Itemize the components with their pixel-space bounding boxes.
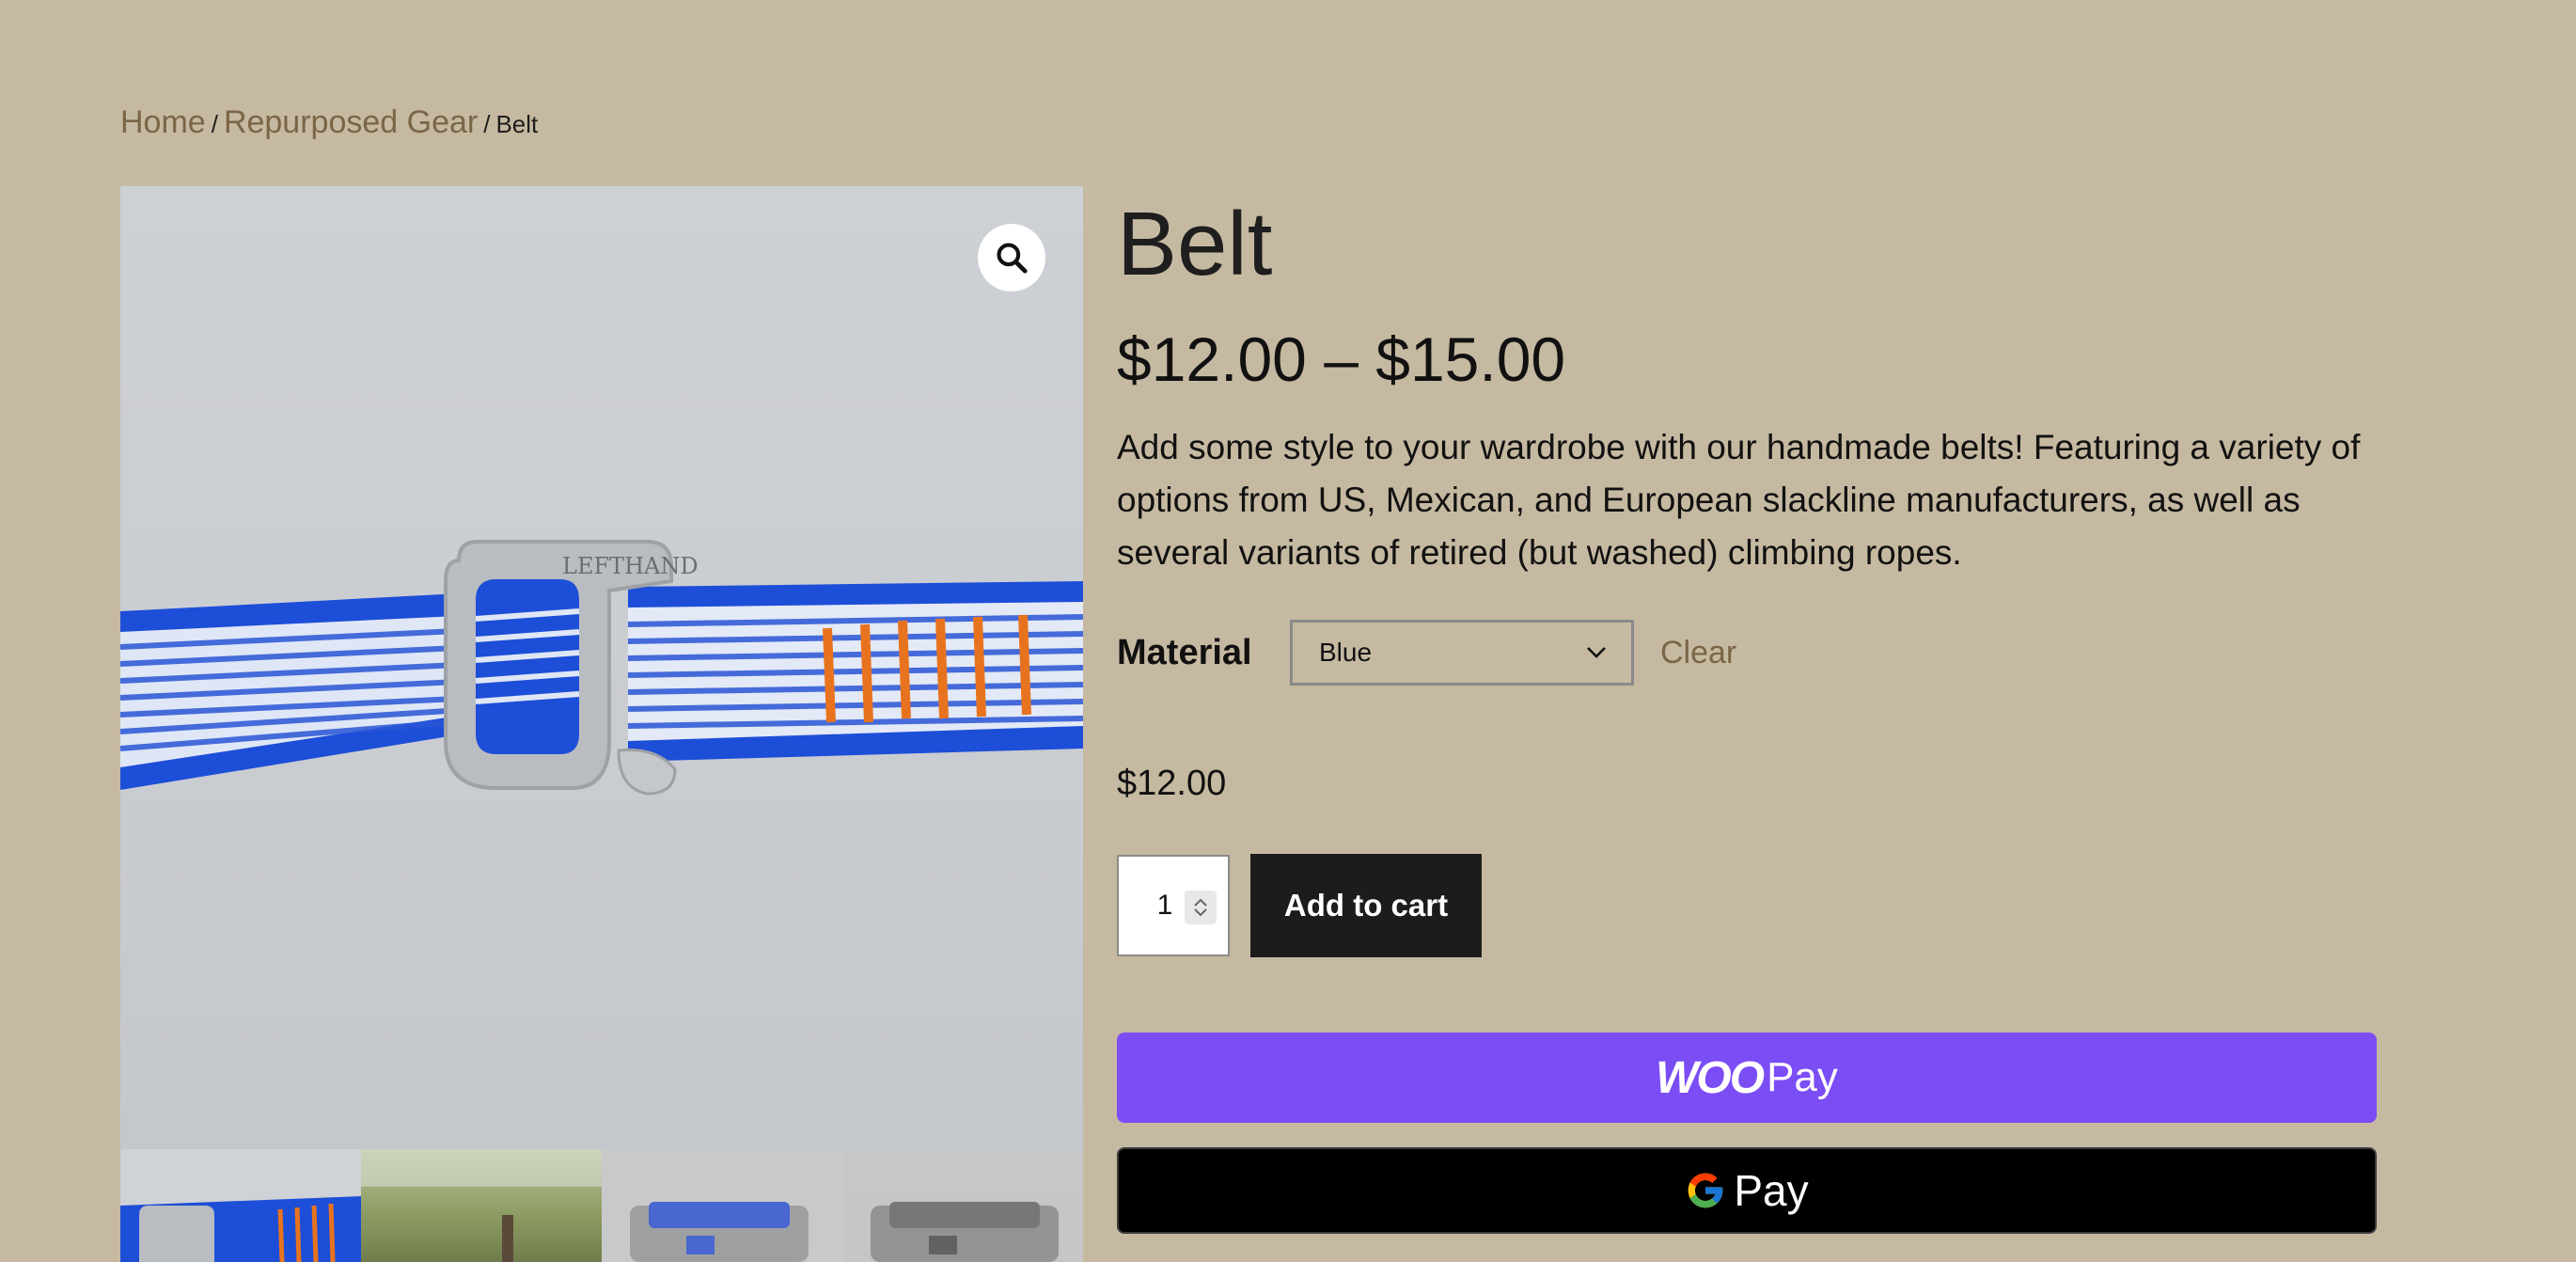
thumbnail-2[interactable] xyxy=(361,1149,602,1262)
product-description: Add some style to your wardrobe with our… xyxy=(1117,428,2361,572)
variation-price: $12.00 xyxy=(1117,764,1227,803)
thumbnail-3[interactable] xyxy=(602,1149,842,1262)
chevron-down-icon[interactable] xyxy=(1193,907,1208,917)
chevron-up-icon[interactable] xyxy=(1193,898,1208,907)
belt-photo: LEFTHAND xyxy=(120,540,1083,796)
thumbnail-strip xyxy=(120,1149,1083,1262)
thumbnail-1[interactable] xyxy=(120,1149,361,1262)
breadcrumb-separator: / xyxy=(483,110,491,138)
chevron-down-icon xyxy=(1587,647,1606,658)
product-price-range: $12.00 – $15.00 xyxy=(1117,324,1566,394)
woopay-button[interactable]: WOO Pay xyxy=(1117,1033,2377,1123)
product-title: Belt xyxy=(1117,194,1273,294)
material-label: Material xyxy=(1117,632,1252,672)
add-to-cart-form: 1 Add to cart xyxy=(1117,854,1482,957)
google-g-icon xyxy=(1689,1173,1723,1208)
google-pay-button[interactable]: Pay xyxy=(1117,1147,2377,1234)
woopay-pay-text: Pay xyxy=(1767,1054,1838,1100)
add-to-cart-button[interactable]: Add to cart xyxy=(1250,854,1482,957)
clear-variation-link[interactable]: Clear xyxy=(1660,635,1736,671)
zoom-button[interactable] xyxy=(978,224,1045,292)
breadcrumb-separator: / xyxy=(211,110,218,138)
breadcrumb-category-link[interactable]: Repurposed Gear xyxy=(224,104,478,140)
material-select[interactable]: Blue xyxy=(1290,620,1634,686)
breadcrumb: Home / Repurposed Gear / Belt xyxy=(120,100,538,147)
quantity-value: 1 xyxy=(1156,890,1173,921)
variation-row: Material Blue Clear xyxy=(1117,617,1736,688)
product-main-image[interactable]: LEFTHAND xyxy=(120,186,1083,1149)
magnifier-icon xyxy=(997,243,1028,274)
product-gallery: LEFTHAND xyxy=(120,186,1083,1262)
quantity-stepper[interactable]: 1 xyxy=(1117,855,1230,956)
breadcrumb-home-link[interactable]: Home xyxy=(120,104,206,140)
woopay-logo-text: WOO xyxy=(1656,1052,1765,1103)
thumbnail-4[interactable] xyxy=(842,1149,1083,1262)
google-pay-text: Pay xyxy=(1734,1166,1809,1215)
breadcrumb-current: Belt xyxy=(495,110,539,138)
quantity-spinner[interactable] xyxy=(1185,891,1217,924)
buckle-logo-text: LEFTHAND xyxy=(562,553,699,579)
material-select-value: Blue xyxy=(1319,638,1373,667)
